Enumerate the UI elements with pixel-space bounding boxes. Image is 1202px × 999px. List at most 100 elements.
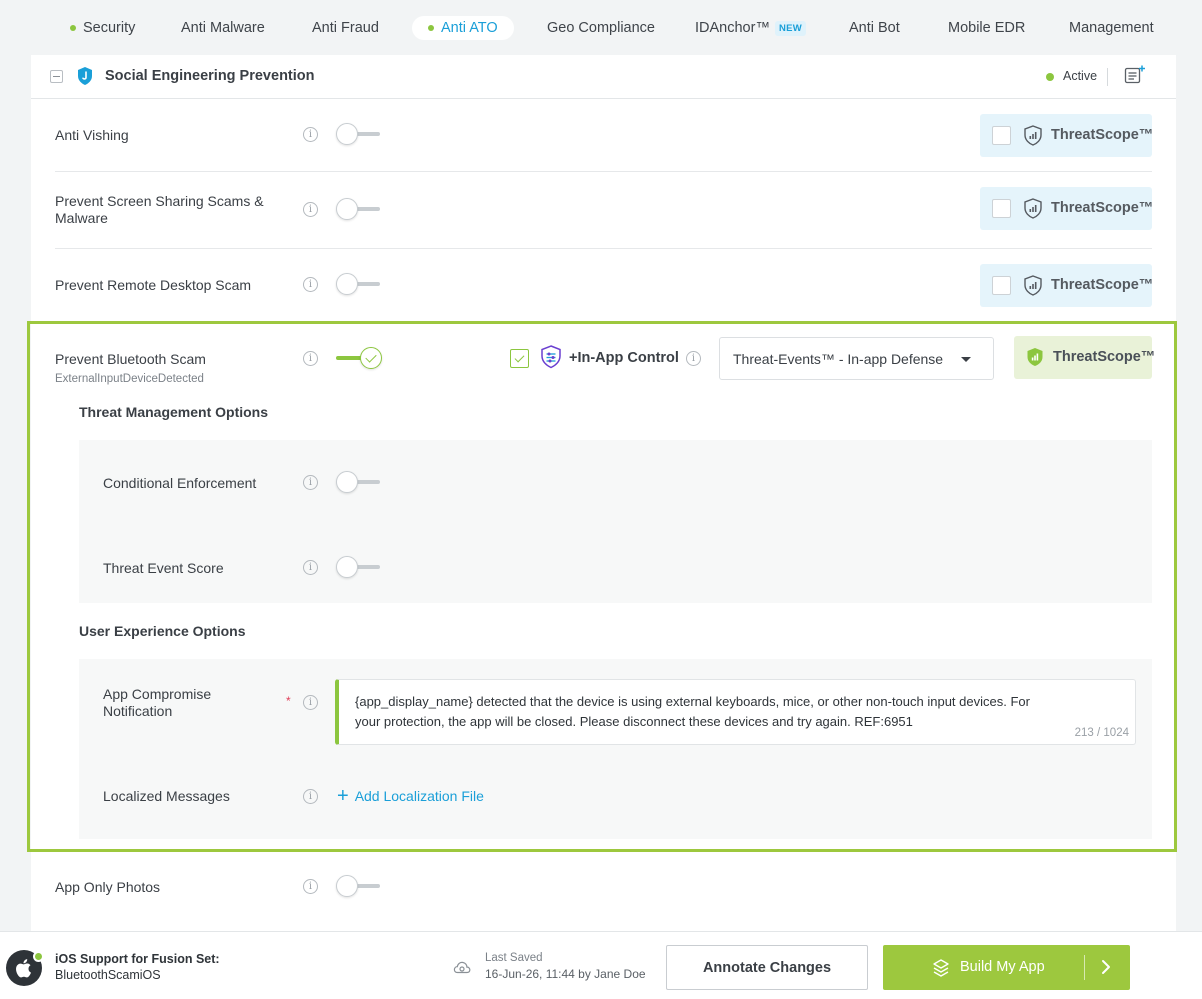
threat-event-score-toggle[interactable] <box>336 556 382 578</box>
fusion-set-name: BluetoothScamiOS <box>55 968 161 982</box>
threatscope-shield-icon <box>1027 348 1043 366</box>
select-value: Threat-Events™ - In-app Defense <box>733 351 944 367</box>
info-icon[interactable]: i <box>303 475 318 490</box>
feature-label: Prevent Screen Sharing Scams & Malware <box>55 193 264 226</box>
threatscope-shield-icon <box>1024 125 1042 146</box>
screen-sharing-toggle[interactable] <box>336 198 382 220</box>
threatscope-label: ThreatScope™ <box>1053 349 1156 365</box>
bluetooth-scam-section: Prevent Bluetooth Scam ExternalInputDevi… <box>27 321 1177 852</box>
threatscope-option: ThreatScope™ <box>980 114 1154 157</box>
divider <box>1084 955 1085 980</box>
compromise-notification-textarea[interactable]: {app_display_name} detected that the dev… <box>335 679 1136 745</box>
feature-label: Prevent Bluetooth Scam <box>55 351 206 367</box>
last-saved-label: Last Saved <box>485 952 543 964</box>
in-app-control-checkbox[interactable] <box>510 349 529 368</box>
app-only-photos-toggle[interactable] <box>336 875 382 897</box>
user-experience-title: User Experience Options <box>79 623 246 639</box>
info-icon[interactable]: i <box>303 277 318 292</box>
status-dot <box>428 25 434 31</box>
info-icon[interactable]: i <box>303 351 318 366</box>
info-icon[interactable]: i <box>303 879 318 894</box>
threat-management-options: Conditional Enforcement i Threat Event S… <box>79 440 1152 603</box>
platform-title: iOS Support for Fusion Set: <box>55 952 220 966</box>
tab-label: Anti Malware <box>181 20 265 36</box>
threatscope-shield-icon <box>1024 275 1042 296</box>
bluetooth-scam-toggle[interactable] <box>336 347 382 369</box>
active-status-dot <box>33 951 44 962</box>
build-my-app-button[interactable]: Build My App <box>883 945 1130 990</box>
tab-geo-compliance[interactable]: Geo Compliance <box>547 16 655 40</box>
tab-bar: Security Anti Malware Anti Fraud Anti AT… <box>0 0 1202 56</box>
option-label: Threat Event Score <box>103 560 224 576</box>
status-label: Active <box>1063 69 1098 83</box>
tab-label: Anti Bot <box>849 20 900 36</box>
threatscope-option: ThreatScope™ <box>980 264 1154 307</box>
required-marker: * <box>286 694 291 708</box>
add-localization-label: Add Localization File <box>354 788 484 804</box>
build-label: Build My App <box>960 959 1045 975</box>
tab-label: Geo Compliance <box>547 20 655 36</box>
status-dot <box>70 25 76 31</box>
tab-label: Management <box>1069 20 1154 36</box>
threatscope-checkbox[interactable] <box>992 126 1011 145</box>
info-icon[interactable]: i <box>303 202 318 217</box>
tab-anti-bot[interactable]: Anti Bot <box>849 16 900 40</box>
anti-vishing-toggle[interactable] <box>336 123 382 145</box>
tab-mobile-edr[interactable]: Mobile EDR <box>948 16 1025 40</box>
feature-label: Prevent Remote Desktop Scam <box>55 277 252 293</box>
threat-response-select[interactable]: Threat-Events™ - In-app Defense <box>719 337 994 380</box>
remote-desktop-toggle[interactable] <box>336 273 382 295</box>
tab-security[interactable]: Security <box>70 16 135 40</box>
threatscope-checkbox[interactable] <box>992 199 1011 218</box>
info-icon[interactable]: i <box>303 560 318 575</box>
threatscope-label: ThreatScope™ <box>1051 127 1154 143</box>
tab-label: Anti ATO <box>441 20 498 36</box>
info-icon[interactable]: i <box>303 695 318 710</box>
panel-title: Social Engineering Prevention <box>105 68 315 84</box>
feature-row-anti-vishing: Anti Vishing i ThreatScope™ <box>55 99 1154 172</box>
tab-anti-malware[interactable]: Anti Malware <box>181 16 265 40</box>
chevron-down-icon <box>961 357 971 362</box>
in-app-control-label: +In-App Control <box>569 350 679 366</box>
active-status-dot <box>1046 73 1054 81</box>
tab-label: IDAnchor™ <box>695 20 770 36</box>
in-app-control-shield-icon <box>541 345 561 369</box>
tab-anti-fraud[interactable]: Anti Fraud <box>312 16 379 40</box>
feature-label: App Only Photos <box>55 879 161 895</box>
last-saved-time: 16-Jun-26, 11:44 by Jane Doe <box>485 967 646 981</box>
info-icon[interactable]: i <box>303 789 318 804</box>
threat-event-id: ExternalInputDeviceDetected <box>55 373 204 385</box>
add-localization-file-link[interactable]: + Add Localization File <box>337 785 484 807</box>
option-label: Localized Messages <box>103 788 230 804</box>
layers-build-icon <box>933 959 949 977</box>
panel-header: Social Engineering Prevention Active <box>31 55 1176 99</box>
add-notes-icon[interactable] <box>1124 65 1146 85</box>
threatscope-option: ThreatScope™ <box>980 187 1153 230</box>
collapse-toggle[interactable] <box>50 70 63 83</box>
threatscope-checkbox[interactable] <box>992 276 1011 295</box>
threat-management-title: Threat Management Options <box>79 404 269 420</box>
info-icon[interactable]: i <box>686 351 701 366</box>
notification-text: {app_display_name} detected that the dev… <box>355 694 1030 729</box>
feature-row-app-only-photos: App Only Photos i <box>55 855 1152 915</box>
tab-idanchor[interactable]: IDAnchor™ NEW <box>695 16 807 40</box>
threatscope-label: ThreatScope™ <box>1051 277 1154 293</box>
feature-row-screen-sharing: Prevent Screen Sharing Scams & Malware i… <box>55 172 1153 249</box>
feature-row-remote-desktop: Prevent Remote Desktop Scam i ThreatScop… <box>55 249 1154 321</box>
user-experience-options: App Compromise Notification * i {app_dis… <box>79 659 1152 839</box>
divider <box>1107 68 1108 86</box>
plus-icon: + <box>337 785 349 807</box>
chevron-right-icon[interactable] <box>1100 959 1112 975</box>
character-count: 213 / 1024 <box>1074 727 1129 739</box>
tab-label: Security <box>83 20 136 36</box>
conditional-enforcement-toggle[interactable] <box>336 471 382 493</box>
new-badge: NEW <box>774 20 807 36</box>
info-icon[interactable]: i <box>303 127 318 142</box>
tab-label: Anti Fraud <box>312 20 379 36</box>
threatscope-option-enabled[interactable]: ThreatScope™ <box>1014 336 1156 379</box>
annotate-changes-button[interactable]: Annotate Changes <box>666 945 868 990</box>
tab-anti-ato[interactable]: Anti ATO <box>412 16 514 40</box>
cloud-save-icon <box>453 961 471 974</box>
feature-label: Anti Vishing <box>55 127 129 143</box>
tab-management[interactable]: Management <box>1069 16 1154 40</box>
